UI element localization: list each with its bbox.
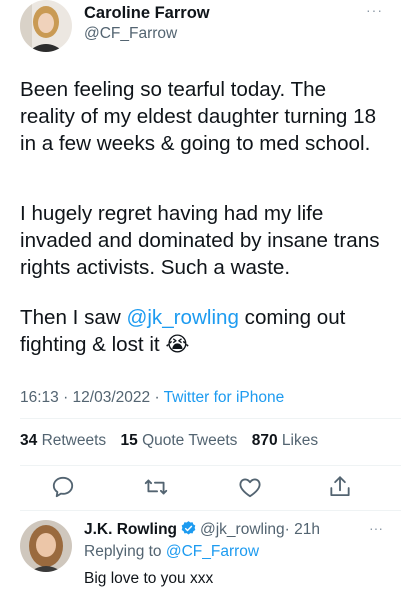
retweet-icon (144, 479, 168, 495)
reply-age: · 21h (284, 521, 320, 538)
quotes-label: Quote Tweets (142, 432, 238, 449)
likes-label: Likes (281, 432, 319, 449)
retweet-button[interactable] (143, 474, 169, 500)
timestamp[interactable]: 16:13 · 12/03/2022 (20, 389, 150, 406)
reply-author-name[interactable]: J.K. Rowling (84, 521, 177, 538)
author-name[interactable]: Caroline Farrow (84, 4, 210, 23)
avatar-image (20, 0, 72, 52)
reply-text: Big love to you xxx (84, 570, 214, 587)
likes-count: 870 (251, 432, 278, 449)
tweet-meta: 16:13 · 12/03/2022 · Twitter for iPhone (20, 389, 284, 407)
more-options-icon[interactable]: ··· (369, 520, 383, 536)
divider (20, 418, 401, 419)
tweet-paragraph: I hugely regret having had my life invad… (20, 202, 380, 279)
tweet-paragraph: Then I saw @jk_rowling coming out fighti… (20, 304, 383, 358)
tweet-stats: 34 Retweets 15 Quote Tweets 870 Likes (20, 432, 318, 450)
share-icon (330, 476, 350, 497)
retweets-stat[interactable]: 34 Retweets (20, 432, 106, 449)
replying-prefix: Replying to (84, 543, 166, 560)
avatar[interactable] (20, 0, 72, 52)
divider (20, 465, 401, 466)
reply-icon (52, 476, 74, 498)
verified-badge-icon (180, 520, 197, 537)
source-link[interactable]: Twitter for iPhone (164, 389, 285, 406)
like-button[interactable] (237, 474, 263, 500)
reply-header: J.K. Rowling @jk_rowling· 21h (84, 520, 320, 539)
likes-stat[interactable]: 870 Likes (252, 432, 318, 449)
reply-avatar[interactable] (20, 520, 72, 572)
replying-to: Replying to @CF_Farrow (84, 543, 259, 561)
more-options-icon[interactable]: ··· (366, 2, 383, 18)
tweet-text: Then I saw (20, 306, 127, 329)
retweets-count: 34 (20, 432, 38, 449)
like-icon (239, 478, 261, 498)
divider (20, 510, 401, 511)
reply-button[interactable] (50, 474, 76, 500)
separator: · (150, 389, 164, 406)
mention-link[interactable]: @jk_rowling (126, 306, 238, 329)
tweet-paragraph: Been feeling so tearful today. The reali… (20, 78, 377, 155)
crying-emoji-icon: 😭 (165, 333, 190, 356)
quotes-count: 15 (120, 432, 138, 449)
replying-to-link[interactable]: @CF_Farrow (166, 543, 259, 560)
author-handle[interactable]: @CF_Farrow (84, 25, 177, 43)
quotes-stat[interactable]: 15 Quote Tweets (121, 432, 238, 449)
retweets-label: Retweets (41, 432, 107, 449)
reply-author-handle[interactable]: @jk_rowling (200, 521, 285, 538)
avatar-image (20, 520, 72, 572)
share-button[interactable] (327, 474, 353, 500)
